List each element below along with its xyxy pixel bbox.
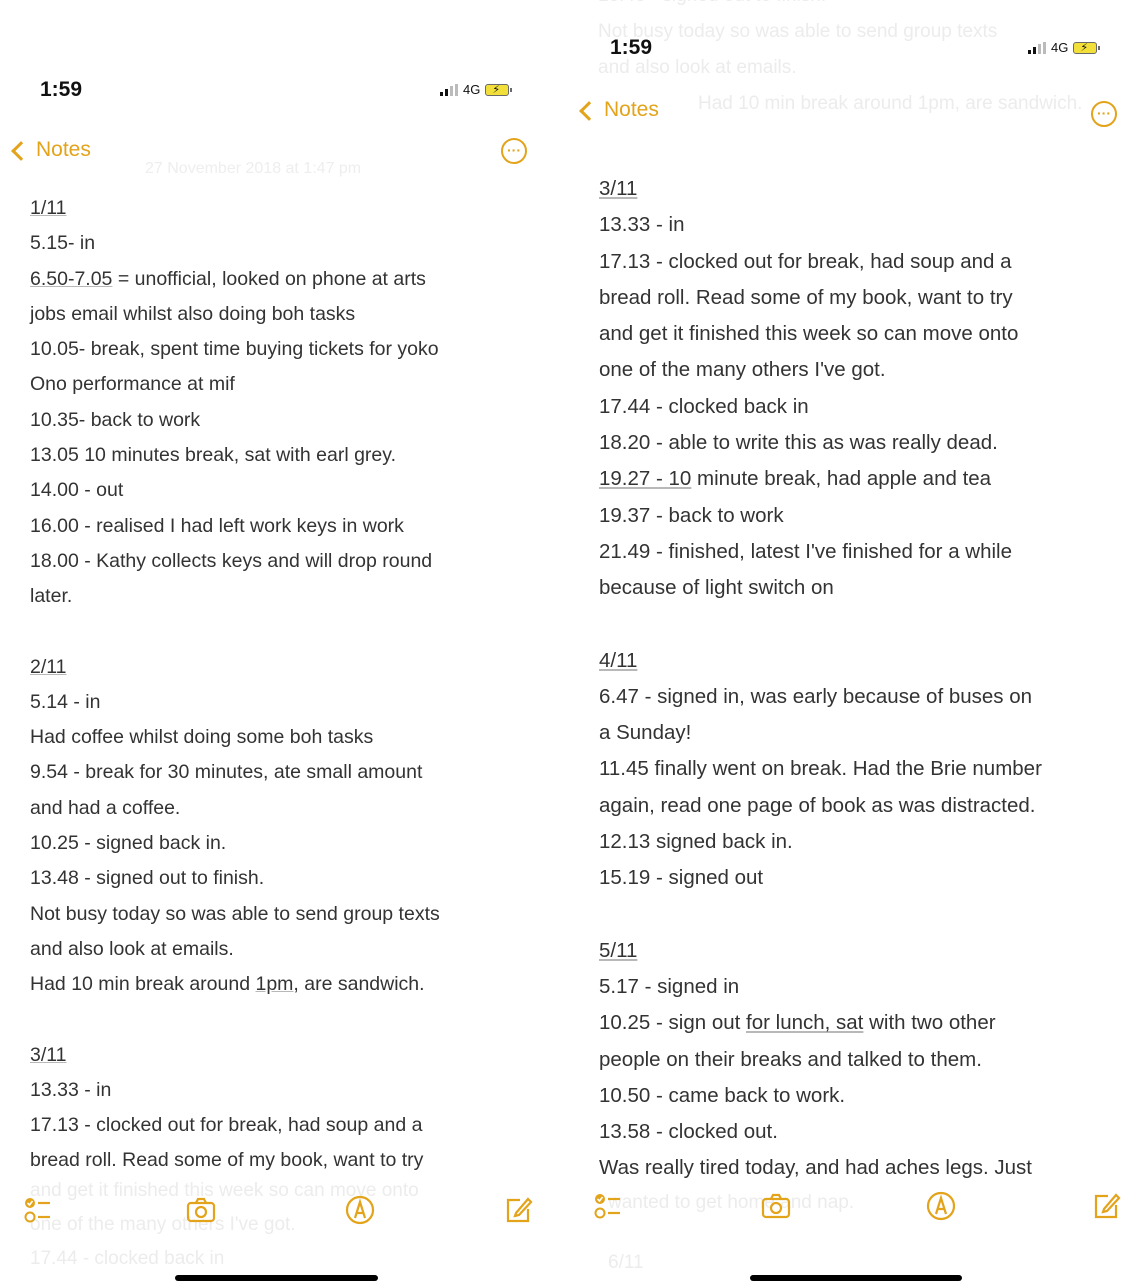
- battery-charging-icon: ⚡: [1073, 41, 1101, 54]
- note-line: 17.44 - clocked back in: [599, 394, 809, 418]
- note-line: 10.05- break, spent time buying tickets …: [30, 338, 439, 361]
- note-line: 10.50 - came back to work.: [599, 1083, 846, 1107]
- note-line: 15.19 - signed out: [599, 866, 764, 890]
- back-button[interactable]: Notes: [11, 138, 91, 162]
- note-line: 13.33 - in: [599, 213, 685, 237]
- note-line: Ono performance at mif: [30, 373, 235, 396]
- note-line: and get it finished this week so can mov…: [599, 322, 1019, 346]
- note-line: 19.37 - back to work: [599, 503, 784, 527]
- note-date-heading: 1/11: [30, 197, 67, 219]
- note-date-heading: 4/11: [599, 648, 638, 672]
- note-line: 18.20 - able to write this as was really…: [599, 431, 998, 455]
- note-line: later.: [30, 585, 73, 608]
- note-line: bread roll. Read some of my book, want t…: [599, 285, 1013, 309]
- signal-icon: [1028, 41, 1046, 54]
- note-line: bread roll. Read some of my book, want t…: [30, 1149, 424, 1172]
- note-line: 6.47 - signed in, was early because of b…: [599, 684, 1033, 708]
- note-line: Was really tired today, and had aches le…: [599, 1156, 1033, 1180]
- note-line: and had a coffee.: [30, 796, 181, 819]
- note-line: Not busy today so was able to send group…: [30, 902, 440, 925]
- camera-icon[interactable]: [185, 1194, 217, 1226]
- status-bar: 1:59 4G ⚡: [0, 76, 560, 106]
- status-bar: 1:59 4G ⚡: [568, 34, 1129, 64]
- ghost-line: 6/11: [608, 1252, 644, 1273]
- note-line: 18.00 - Kathy collects keys and will dro…: [30, 549, 433, 572]
- home-indicator[interactable]: [175, 1275, 378, 1281]
- note-line: 21.49 - finished, latest I've finished f…: [599, 539, 1013, 563]
- network-label: 4G: [1051, 40, 1069, 55]
- note-line: 10.35- back to work: [30, 408, 201, 431]
- note-line: 14.00 - out: [30, 479, 124, 502]
- back-label: Notes: [604, 98, 659, 121]
- note-line: Had 10 min break around 1pm, are sandwic…: [30, 973, 425, 996]
- more-options-button[interactable]: ···: [1091, 101, 1117, 127]
- signal-icon: [440, 83, 458, 96]
- note-line: 13.05 10 minutes break, sat with earl gr…: [30, 444, 396, 467]
- notes-screen-left: 1:59 4G ⚡ Notes 27 November 2018 at 1:47…: [0, 0, 560, 1281]
- home-indicator[interactable]: [750, 1275, 962, 1281]
- markup-icon[interactable]: [925, 1190, 957, 1222]
- note-line: 10.25 - sign out for lunch, sat with two…: [599, 1011, 996, 1035]
- chevron-left-icon: [11, 141, 31, 161]
- network-label: 4G: [463, 82, 481, 97]
- note-line: 16.00 - realised I had left work keys in…: [30, 514, 404, 537]
- status-indicators: 4G ⚡: [440, 82, 513, 97]
- note-line: 10.25 - signed back in.: [30, 832, 227, 855]
- note-line: 17.13 - clocked out for break, had soup …: [30, 1114, 423, 1137]
- markup-icon[interactable]: [344, 1194, 376, 1226]
- note-line: 5.17 - signed in: [599, 974, 740, 998]
- note-line: 13.48 - signed out to finish.: [30, 867, 265, 890]
- more-options-button[interactable]: ···: [501, 138, 527, 164]
- note-line: and also look at emails.: [30, 937, 234, 960]
- ghost-line: 17.44 - clocked back in: [30, 1248, 225, 1269]
- note-line: 9.54 - break for 30 minutes, ate small a…: [30, 761, 423, 784]
- note-line: 12.13 signed back in.: [599, 830, 793, 854]
- note-line: 5.14 - in: [30, 690, 101, 713]
- note-line: because of light switch on: [599, 576, 834, 600]
- note-line: Had coffee whilst doing some boh tasks: [30, 726, 374, 749]
- note-line: 13.33 - in: [30, 1078, 112, 1101]
- note-line: 11.45 finally went on break. Had the Bri…: [599, 757, 1042, 781]
- compose-icon[interactable]: [502, 1194, 534, 1226]
- compose-icon[interactable]: [1090, 1190, 1122, 1222]
- nav-bar: Notes 27 November 2018 at 1:47 pm ···: [0, 130, 560, 177]
- note-line: 19.27 - 10 minute break, had apple and t…: [599, 467, 992, 491]
- note-date-heading: 3/11: [30, 1043, 67, 1066]
- note-line: 5.15- in: [30, 232, 96, 255]
- checklist-icon[interactable]: [592, 1190, 624, 1222]
- back-label: Notes: [36, 138, 91, 161]
- ghost-line: 13.48 - signed out to finish.: [598, 0, 1129, 14]
- note-line: again, read one page of book as was dist…: [599, 793, 1036, 817]
- note-body[interactable]: 3/11 13.33 - in 17.13 - clocked out for br…: [599, 171, 1109, 1187]
- note-line: one of the many others I've got.: [599, 358, 886, 382]
- note-body[interactable]: 1/11 5.15- in 6.50-7.05 = unofficial, look…: [30, 191, 540, 1179]
- note-date-heading: 5/11: [599, 938, 638, 962]
- status-indicators: 4G ⚡: [1028, 40, 1101, 55]
- bottom-toolbar: [0, 1194, 560, 1240]
- bottom-toolbar: [568, 1190, 1129, 1236]
- back-button[interactable]: Notes: [579, 98, 659, 122]
- note-date: 27 November 2018 at 1:47 pm: [145, 160, 362, 177]
- checklist-icon[interactable]: [22, 1194, 54, 1226]
- camera-icon[interactable]: [760, 1190, 792, 1222]
- note-line: a Sunday!: [599, 721, 692, 745]
- note-date-heading: 3/11: [599, 177, 638, 200]
- status-time: 1:59: [610, 36, 653, 59]
- notes-screen-right: 13.48 - signed out to finish. Not busy t…: [568, 0, 1129, 1281]
- nav-bar: Notes ···: [568, 92, 1129, 136]
- note-line: 17.13 - clocked out for break, had soup …: [599, 249, 1012, 273]
- note-line: people on their breaks and talked to the…: [599, 1047, 982, 1071]
- chevron-left-icon: [579, 101, 599, 121]
- note-line: 13.58 - clocked out.: [599, 1120, 778, 1144]
- note-date-heading: 2/11: [30, 655, 67, 678]
- note-line: 6.50-7.05 = unofficial, looked on phone …: [30, 267, 426, 290]
- note-line: jobs email whilst also doing boh tasks: [30, 302, 356, 325]
- battery-charging-icon: ⚡: [485, 83, 513, 96]
- status-time: 1:59: [40, 78, 83, 101]
